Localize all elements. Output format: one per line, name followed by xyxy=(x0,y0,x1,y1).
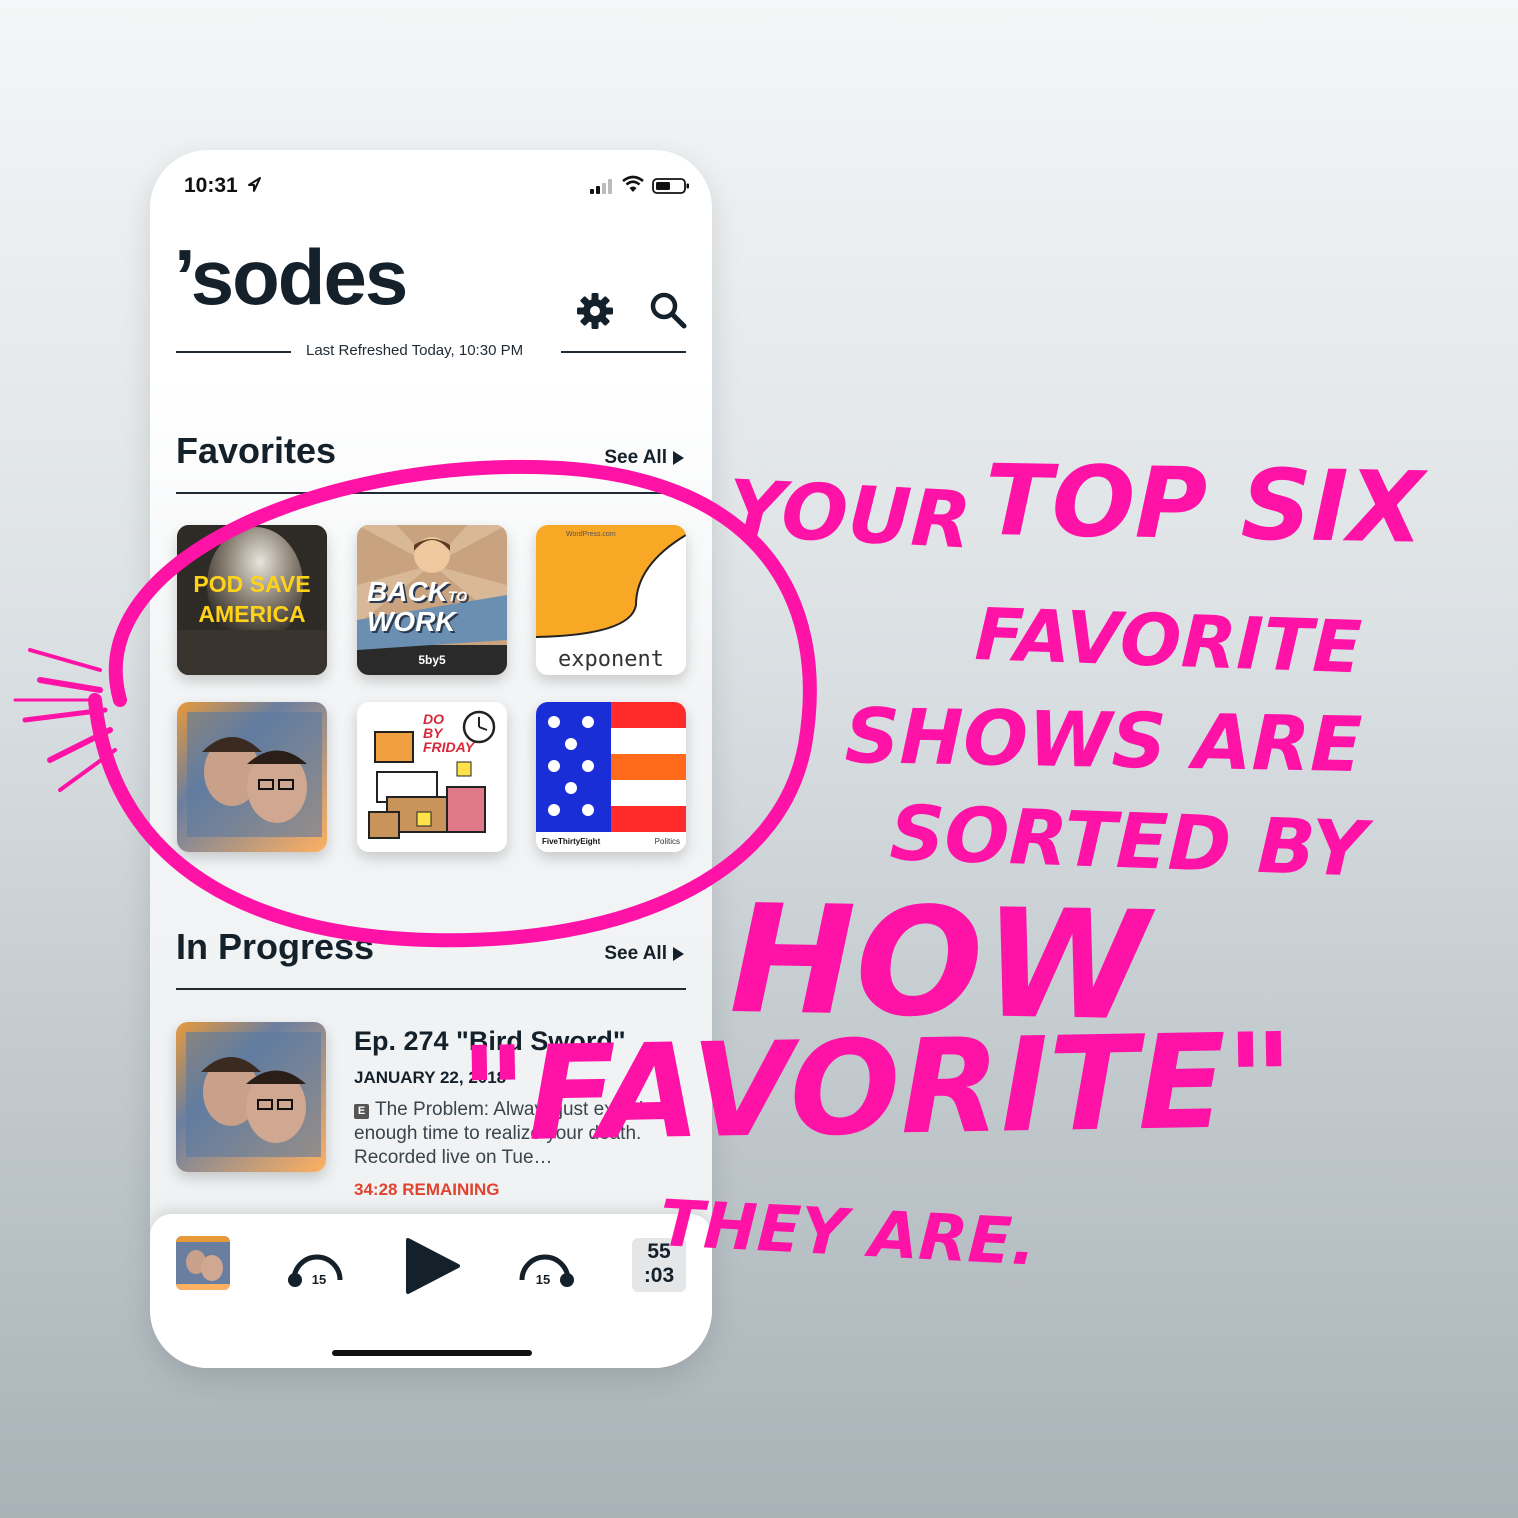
art-text: exponent xyxy=(558,647,664,672)
favorites-title: Favorites xyxy=(176,430,337,471)
cellular-signal-icon xyxy=(590,179,612,194)
annotation-shows-are: SHOWS ARE xyxy=(844,691,1363,790)
show-tile-do-by-friday[interactable]: DO BY FRIDAY xyxy=(357,702,507,852)
annotation-favorite-quoted: "FAVORITE" xyxy=(458,1004,1296,1171)
timer-seconds: :03 xyxy=(643,1264,675,1287)
divider-line xyxy=(561,351,686,353)
art-text: FRIDAY xyxy=(423,739,475,755)
home-indicator xyxy=(332,1350,532,1356)
explicit-badge: E xyxy=(354,1104,369,1119)
fivethirtyeight-flag-art xyxy=(536,702,686,852)
mini-player: 15 15 55 :03 xyxy=(150,1214,712,1368)
annotation-sorted-by: SORTED BY xyxy=(888,788,1368,894)
art-text: FiveThirtyEight xyxy=(542,837,601,846)
app-title: ’sodes xyxy=(174,233,408,321)
favorites-see-all-button[interactable]: See All xyxy=(604,447,684,469)
art-text: WordPress.com xyxy=(566,531,616,538)
skip-forward-15-icon[interactable]: 15 xyxy=(514,1242,576,1290)
show-tile-fivethirtyeight-politics[interactable]: FiveThirtyEight Politics xyxy=(536,702,686,852)
two-guys-photo-art xyxy=(176,1236,230,1290)
two-guys-photo-art xyxy=(176,1022,326,1172)
episode-artwork[interactable] xyxy=(176,1022,326,1172)
annotation-your: YOUR xyxy=(725,464,974,567)
skip-back-15-icon[interactable]: 15 xyxy=(286,1242,348,1290)
phone-screen: 10:31 ’sodes Last Refreshed Today, 10:30… xyxy=(150,150,712,1368)
art-text: TO xyxy=(447,588,468,604)
status-bar: 10:31 xyxy=(150,150,712,220)
art-text: POD SAVE xyxy=(193,571,311,597)
in-progress-divider xyxy=(176,988,686,990)
art-text: Politics xyxy=(654,837,680,846)
battery-icon xyxy=(652,178,689,194)
in-progress-title: In Progress xyxy=(176,926,375,967)
show-tile-photo[interactable] xyxy=(177,702,327,852)
see-all-label: See All xyxy=(604,447,667,468)
last-refreshed-text: Last Refreshed Today, 10:30 PM xyxy=(306,342,524,359)
favorites-divider xyxy=(176,492,686,494)
skip-forward-label: 15 xyxy=(536,1272,550,1287)
gear-icon[interactable] xyxy=(576,292,614,330)
art-text: 5by5 xyxy=(418,653,446,667)
divider-line xyxy=(176,351,291,353)
art-text: WORK xyxy=(367,606,456,637)
location-arrow-icon xyxy=(248,177,261,192)
show-tile-back-to-work[interactable]: BACKTO WORK 5by5 xyxy=(357,525,507,675)
search-icon[interactable] xyxy=(648,290,688,330)
episode-remaining: 34:28 REMAINING xyxy=(354,1180,500,1199)
see-all-label: See All xyxy=(604,943,667,964)
in-progress-see-all-button[interactable]: See All xyxy=(604,943,684,965)
two-guys-photo-art xyxy=(177,702,327,852)
wifi-icon xyxy=(622,175,644,192)
annotation-top-six: TOP SIX xyxy=(984,444,1425,566)
play-icon[interactable] xyxy=(402,1236,462,1296)
art-text: AMERICA xyxy=(198,601,306,627)
art-text: DO xyxy=(423,711,444,727)
play-triangle-icon xyxy=(673,451,684,465)
annotation-favorite: FAVORITE xyxy=(973,592,1364,690)
annotation-they-are: THEY ARE. xyxy=(658,1187,1038,1281)
art-text: BACK xyxy=(367,576,448,607)
skip-back-label: 15 xyxy=(312,1272,326,1287)
art-text: BY xyxy=(423,725,443,741)
play-triangle-icon xyxy=(673,947,684,961)
status-time: 10:31 xyxy=(184,174,238,197)
now-playing-artwork[interactable] xyxy=(176,1236,230,1290)
last-refreshed-row: Last Refreshed Today, 10:30 PM xyxy=(176,340,686,362)
show-tile-exponent[interactable]: WordPress.com exponent xyxy=(536,525,686,675)
show-tile-pod-save-america[interactable]: POD SAVE AMERICA xyxy=(177,525,327,675)
